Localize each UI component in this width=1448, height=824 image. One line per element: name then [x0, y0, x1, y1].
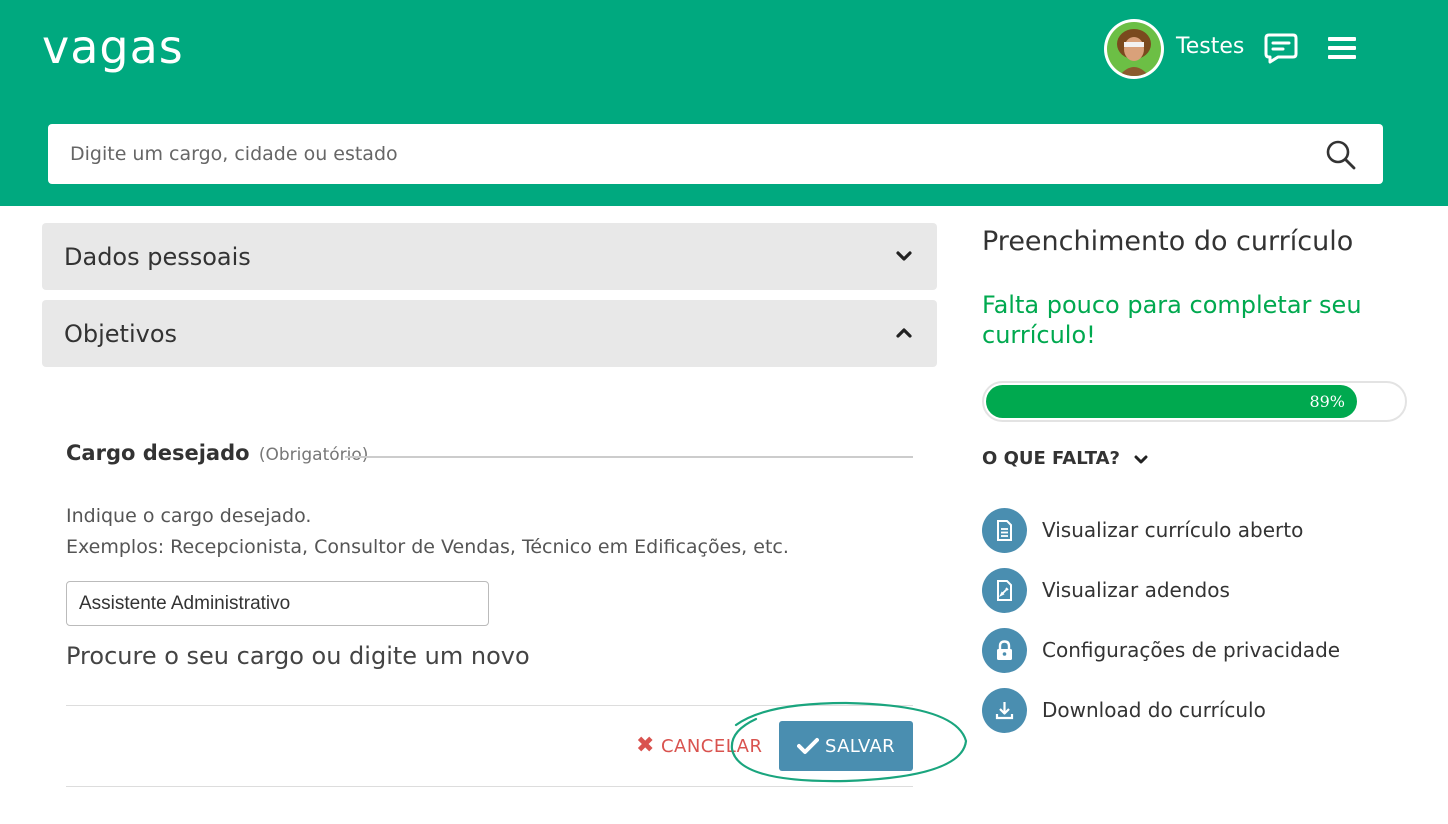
messages-icon[interactable]	[1264, 32, 1298, 64]
panel-subtitle: Falta pouco para completar seu currículo…	[982, 291, 1362, 349]
download-icon	[982, 688, 1027, 733]
progress-fill: 89%	[986, 385, 1357, 418]
username[interactable]: Testes	[1176, 34, 1244, 59]
chevron-down-icon	[895, 248, 913, 262]
cargo-desejado-label: Cargo desejado (Obrigatório)	[66, 441, 368, 465]
link-label: Configurações de privacidade	[1042, 638, 1341, 662]
cancel-button[interactable]: ✖ CANCELAR	[636, 733, 763, 758]
avatar[interactable]	[1104, 19, 1164, 79]
field-label-text: Cargo desejado	[66, 441, 250, 465]
divider	[66, 786, 913, 787]
cargo-input[interactable]	[66, 581, 489, 626]
instruction-line: Exemplos: Recepcionista, Consultor de Ve…	[66, 536, 789, 558]
accordion-title: Objetivos	[64, 320, 178, 348]
chevron-up-icon	[895, 325, 913, 339]
divider	[66, 705, 913, 706]
progress-text: 89%	[1309, 392, 1345, 411]
lock-icon	[982, 628, 1027, 673]
cancel-label: CANCELAR	[660, 736, 763, 757]
addendum-icon	[982, 568, 1027, 613]
search-input[interactable]	[48, 124, 1308, 184]
document-icon	[982, 508, 1027, 553]
link-label: Download do currículo	[1042, 698, 1266, 722]
link-label: Visualizar adendos	[1042, 578, 1230, 602]
save-button[interactable]: SALVAR	[779, 721, 913, 771]
chevron-down-icon[interactable]	[1134, 451, 1148, 464]
search-icon[interactable]	[1325, 139, 1357, 171]
instruction-line: Indique o cargo desejado.	[66, 505, 312, 527]
divider	[345, 456, 913, 458]
close-icon: ✖	[636, 733, 655, 758]
search-bar	[48, 124, 1383, 184]
accordion-objetivos[interactable]: Objetivos	[42, 300, 937, 367]
vagas-logo[interactable]: vagas	[42, 20, 184, 74]
panel-title: Preenchimento do currículo	[982, 226, 1354, 257]
checkmark-icon	[797, 738, 820, 754]
accordion-title: Dados pessoais	[64, 243, 251, 271]
header: vagas Testes	[0, 0, 1448, 206]
what-is-missing-toggle[interactable]: O QUE FALTA?	[982, 448, 1120, 469]
link-label: Visualizar currículo aberto	[1042, 518, 1304, 542]
hamburger-menu-icon[interactable]	[1327, 36, 1357, 60]
accordion-dados-pessoais[interactable]: Dados pessoais	[42, 223, 937, 290]
save-label: SALVAR	[825, 735, 895, 757]
required-note: (Obrigatório)	[258, 445, 369, 465]
progress-bar: 89%	[982, 381, 1407, 422]
cargo-hint: Procure o seu cargo ou digite um novo	[66, 642, 530, 670]
instructions: Indique o cargo desejado. Exemplos: Rece…	[66, 501, 789, 563]
